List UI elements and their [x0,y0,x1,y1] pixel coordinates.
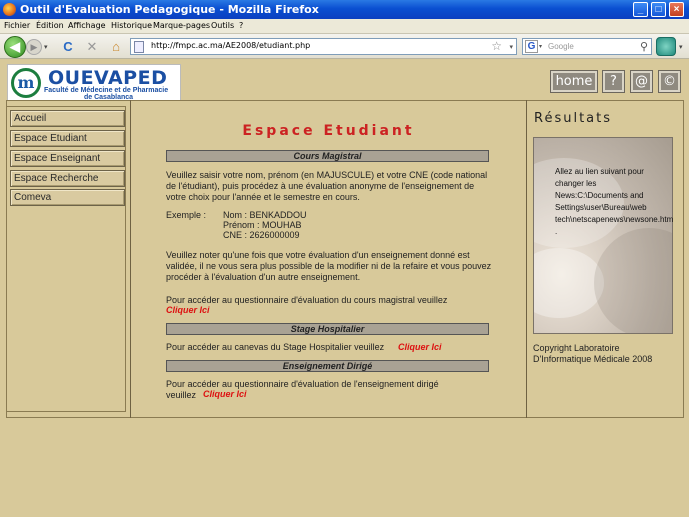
menu-help[interactable]: ? [239,21,243,30]
search-engine-dropdown-icon[interactable]: ▾ [539,43,542,50]
results-title: Résultats [534,111,613,126]
url-text[interactable]: http://fmpc.ac.ma/AE2008/etudiant.php [151,41,310,50]
dirige-link[interactable]: Cliquer Ici [203,389,247,400]
cours-note: Veuillez noter qu'une fois que votre éva… [166,250,492,282]
help-button[interactable]: ? [603,71,624,92]
results-news-text: Allez au lien suivant pour changer les N… [555,167,674,236]
section-heading-stage: Stage Hospitalier [166,323,489,335]
maximize-button[interactable]: □ [651,2,666,17]
example-nom: Nom : BENKADDOU [223,210,307,220]
reload-icon[interactable]: C [60,39,76,54]
logo-mark-icon: m [11,68,41,98]
forward-button[interactable]: ▶ [26,39,42,55]
back-button[interactable]: ◀ [4,36,26,58]
page-icon [134,41,144,53]
logo-name: OUEVAPED [48,67,168,89]
sidebar-item-espace-etudiant[interactable]: Espace Etudiant [10,130,125,147]
sidebar-item-espace-enseignant[interactable]: Espace Enseignant [10,150,125,167]
menu-marque-pages[interactable]: Marque-pages [153,21,210,30]
sidebar-item-comeva[interactable]: Comeva [10,189,125,206]
stage-access-text: Pour accéder au canevas du Stage Hospita… [166,342,385,352]
menu-outils[interactable]: Outils [211,21,234,30]
copyright-text: Copyright Laboratoire D'Informatique Méd… [533,343,653,364]
minimize-button[interactable]: _ [633,2,648,17]
history-dropdown-icon[interactable]: ▾ [44,43,48,51]
menu-edition[interactable]: Édition [36,21,64,30]
site-logo[interactable]: m OUEVAPED Faculté de Médecine et de Pha… [7,64,181,101]
home-icon[interactable]: ⌂ [108,39,124,54]
logo-subtitle: Faculté de Médecine et de Pharmacie [44,87,169,94]
menu-bar: Fichier Édition Affichage Historique Mar… [0,19,689,34]
page-title: Espace Etudiant [242,123,415,139]
cours-link[interactable]: Cliquer Ici [166,305,210,316]
page-content: m OUEVAPED Faculté de Médecine et de Pha… [0,60,689,517]
stop-icon[interactable]: ✕ [84,39,100,54]
window-titlebar: Outil d'Evaluation Pedagogique - Mozilla… [0,0,689,19]
example-prenom: Prénom : MOUHAB [223,220,302,230]
window-title: Outil d'Evaluation Pedagogique - Mozilla… [20,3,319,16]
section-heading-dirige: Enseignement Dirigé [166,360,489,372]
url-dropdown-icon[interactable]: ▾ [509,43,513,51]
copyright-button[interactable]: © [659,71,680,92]
addon-icon[interactable] [656,37,676,56]
sidebar-item-accueil[interactable]: Accueil [10,110,125,127]
stage-link[interactable]: Cliquer Ici [398,342,442,353]
home-button[interactable]: home [551,71,597,92]
addon-dropdown-icon[interactable]: ▾ [679,43,683,51]
google-icon[interactable]: G [525,40,538,53]
sidebar-item-espace-recherche[interactable]: Espace Recherche [10,170,125,187]
bookmark-star-icon[interactable]: ☆ [491,39,502,53]
section-heading-cours: Cours Magistral [166,150,489,162]
contact-button[interactable]: @ [631,71,652,92]
search-icon[interactable]: ⚲ [640,40,648,53]
close-button[interactable]: × [669,2,684,17]
cours-intro: Veuillez saisir votre nom, prénom (en MA… [166,170,488,202]
search-input[interactable]: Google [548,42,574,51]
navigation-toolbar: ◀ ▶ ▾ C ✕ ⌂ http://fmpc.ac.ma/AE2008/etu… [0,34,689,59]
url-bar[interactable]: http://fmpc.ac.ma/AE2008/etudiant.php ☆ … [130,38,517,55]
firefox-icon [3,3,16,16]
example-label: Exemple : [166,210,207,220]
example-cne: CNE : 2626000009 [223,230,300,240]
cours-access-text: Pour accéder au questionnaire d'évaluati… [166,295,448,305]
menu-affichage[interactable]: Affichage [68,21,106,30]
search-bar[interactable]: G ▾ Google ⚲ [522,38,652,55]
menu-historique[interactable]: Historique [111,21,152,30]
menu-fichier[interactable]: Fichier [4,21,30,30]
